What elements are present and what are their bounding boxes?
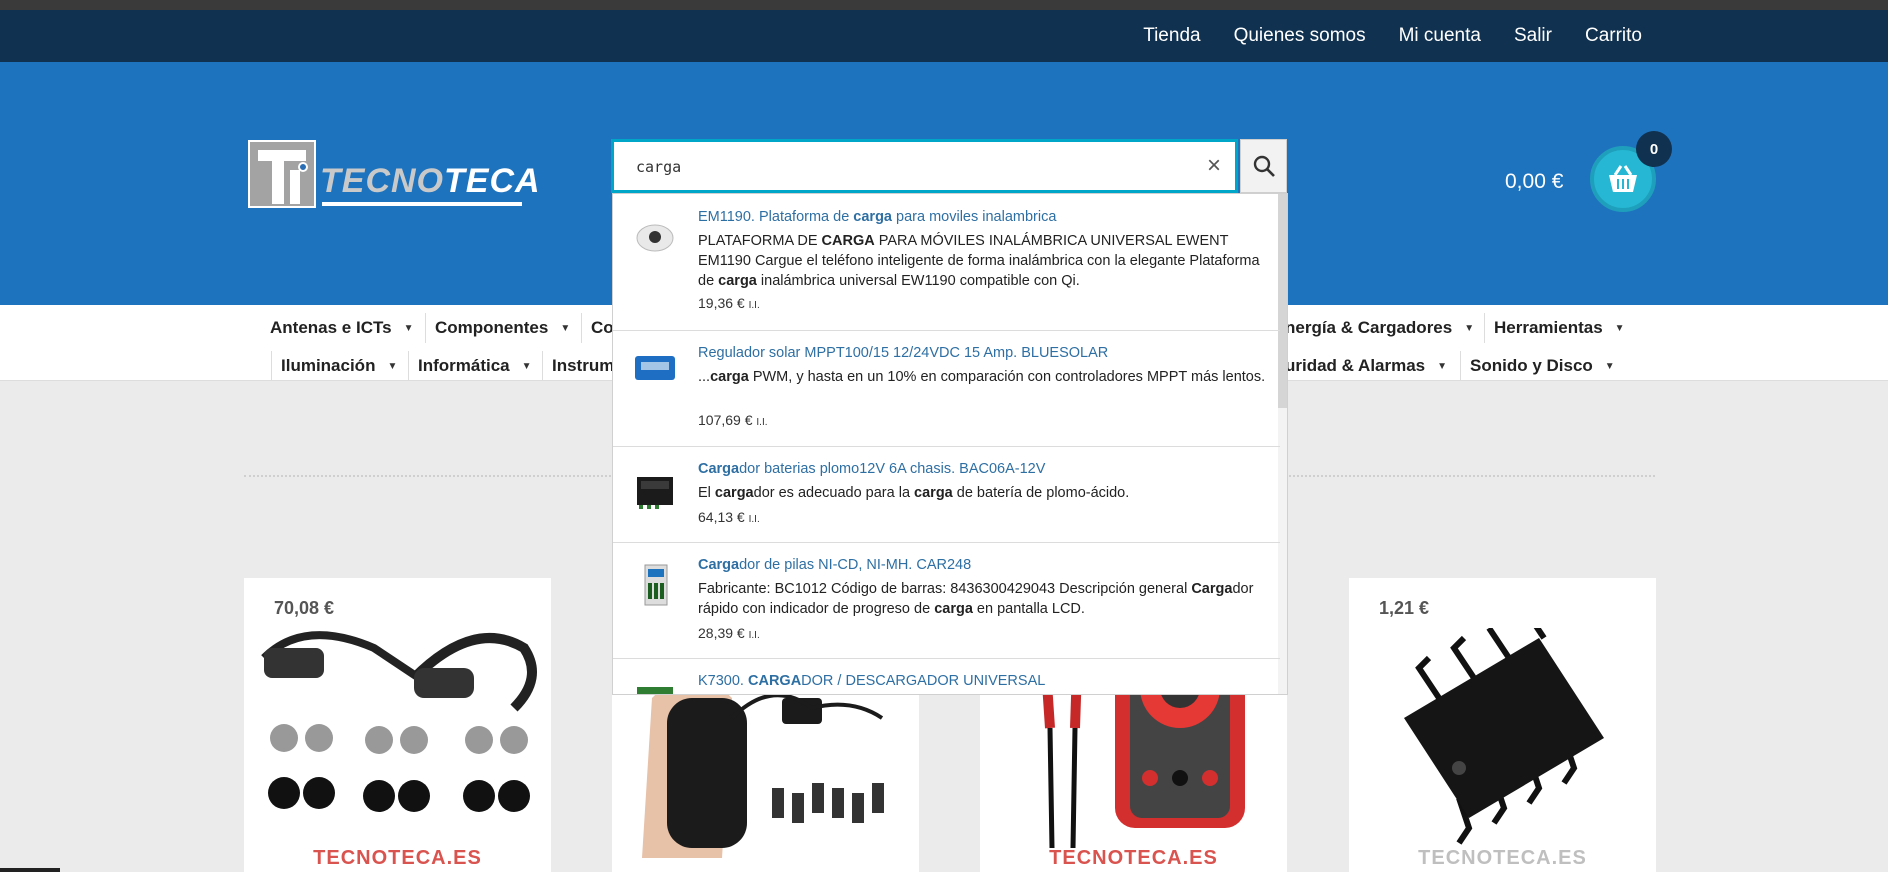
search-box: × (611, 139, 1238, 193)
menu-instrumentacion[interactable]: Instrum (552, 351, 620, 381)
suggestion-description: El cargador es adecuado para la carga de… (698, 485, 1130, 501)
suggestion-item[interactable]: Cargador baterias plomo12V 6A chasis. BA… (613, 447, 1280, 543)
suggestion-price: 28,39 € I.I. (698, 625, 760, 641)
nav-mi-cuenta[interactable]: Mi cuenta (1399, 25, 1481, 47)
suggestion-item[interactable]: Regulador solar MPPT100/15 12/24VDC 15 A… (613, 331, 1280, 447)
menu-energia-cargadores[interactable]: nergía & Cargadores ▼ (1285, 313, 1480, 343)
suggestion-description: ...carga PWM, y hasta en un 10% en compa… (698, 369, 1266, 385)
suggestion-title[interactable]: Regulador solar MPPT100/15 12/24VDC 15 A… (698, 345, 1108, 361)
top-nav: Tienda Quienes somos Mi cuenta Salir Car… (1110, 10, 1642, 62)
caret-down-icon: ▼ (1604, 360, 1615, 372)
suggestion-price: 64,13 € I.I. (698, 509, 760, 525)
suggestion-description: Fabricante: BC1012 Código de barras: 843… (698, 581, 1254, 617)
clear-search-icon[interactable]: × (1207, 152, 1221, 180)
cart-count-badge: 0 (1636, 131, 1672, 167)
menu-iluminacion[interactable]: Iluminación ▼ (281, 351, 403, 381)
caret-down-icon: ▼ (1464, 322, 1475, 334)
logo-underline (322, 202, 522, 206)
product-watermark: TECNOTECA.ES (313, 847, 482, 869)
menu-antenas[interactable]: Antenas e ICTs ▼ (270, 313, 419, 343)
suggestion-description: PLATAFORMA DE CARGA PARA MÓVILES INALÁMB… (698, 233, 1260, 289)
suggestion-title[interactable]: K7300. CARGADOR / DESCARGADOR UNIVERSAL (698, 673, 1045, 689)
cart-total[interactable]: 0,00 € (1505, 170, 1563, 194)
product-watermark: TECNOTECA.ES (1418, 847, 1587, 869)
nav-carrito[interactable]: Carrito (1585, 25, 1642, 47)
product-image-chip (1404, 628, 1604, 845)
caret-down-icon: ▼ (387, 360, 398, 372)
product-thumb-universal-charger (637, 687, 673, 694)
caret-down-icon: ▼ (560, 322, 571, 334)
product-thumb-solar-regulator (635, 356, 675, 380)
caret-down-icon: ▼ (1614, 322, 1625, 334)
suggestion-title[interactable]: Cargador baterias plomo12V 6A chasis. BA… (698, 461, 1045, 477)
logo-mark-icon (248, 140, 316, 208)
bottom-left-bar (0, 868, 60, 872)
search-icon (1253, 155, 1275, 177)
caret-down-icon: ▼ (403, 322, 414, 334)
caret-down-icon: ▼ (521, 360, 532, 372)
suggestion-title[interactable]: Cargador de pilas NI-CD, NI-MH. CAR248 (698, 557, 971, 573)
product-card[interactable]: 70,08 € TECNOTECA.ES (244, 578, 551, 872)
product-thumb-charging-pad (636, 224, 674, 252)
browser-chrome-strip (0, 0, 1888, 10)
product-card[interactable]: 1,21 € TECNOTECA.ES (1349, 578, 1656, 872)
nav-quienes-somos[interactable]: Quienes somos (1234, 25, 1366, 47)
menu-componentes[interactable]: Componentes ▼ (435, 313, 576, 343)
product-thumb-ni-mh-charger (644, 564, 668, 606)
product-thumb-battery-charger (637, 477, 673, 509)
suggestion-price: 19,36 € I.I. (698, 295, 760, 311)
menu-informatica[interactable]: Informática ▼ (418, 351, 538, 381)
suggestion-item[interactable]: EM1190. Plataforma de carga para moviles… (613, 194, 1280, 331)
menu-herramientas[interactable]: Herramientas ▼ (1494, 313, 1631, 343)
suggestion-item[interactable]: K7300. CARGADOR / DESCARGADOR UNIVERSAL (613, 659, 1280, 694)
suggestion-price: 107,69 € I.I. (698, 412, 768, 428)
product-watermark: TECNOTECA.ES (1049, 847, 1218, 869)
logo-text: TECNOTECA (320, 162, 541, 200)
site-logo[interactable]: TECNOTECA (248, 140, 540, 210)
caret-down-icon: ▼ (1437, 360, 1448, 372)
search-button[interactable] (1240, 139, 1287, 193)
search-suggestions: EM1190. Plataforma de carga para moviles… (612, 193, 1288, 695)
nav-salir[interactable]: Salir (1514, 25, 1552, 47)
product-image-earphones (261, 631, 537, 812)
suggestion-title[interactable]: EM1190. Plataforma de carga para moviles… (698, 209, 1056, 225)
nav-tienda[interactable]: Tienda (1143, 25, 1200, 47)
menu-seguridad-alarmas[interactable]: uridad & Alarmas ▼ (1285, 351, 1453, 381)
search-input[interactable] (636, 154, 1156, 180)
basket-icon (1609, 165, 1637, 192)
menu-sonido-disco[interactable]: Sonido y Disco ▼ (1470, 351, 1621, 381)
suggestion-item[interactable]: Cargador de pilas NI-CD, NI-MH. CAR248 F… (613, 543, 1280, 659)
